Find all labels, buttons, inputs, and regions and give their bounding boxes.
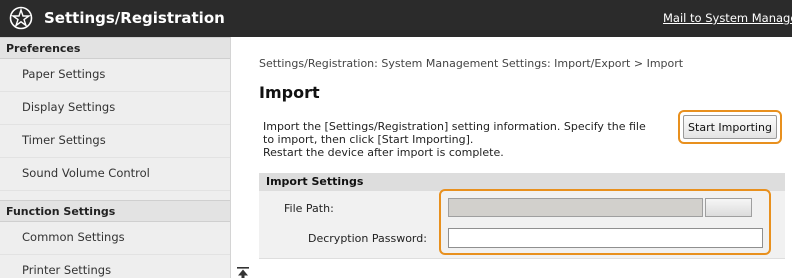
sidebar: Preferences Paper Settings Display Setti…	[0, 37, 231, 278]
description-line: Restart the device after import is compl…	[263, 146, 504, 159]
description-line: to import, then click [Start Importing].	[263, 133, 474, 146]
settings-logo-icon	[9, 6, 33, 30]
file-path-label: File Path:	[284, 202, 334, 215]
page-title: Import	[259, 83, 320, 102]
sidebar-item-common-settings[interactable]: Common Settings	[0, 222, 230, 255]
sidebar-item-timer-settings[interactable]: Timer Settings	[0, 125, 230, 158]
sidebar-item-sound-volume-control[interactable]: Sound Volume Control	[0, 158, 230, 191]
description-line: Import the [Settings/Registration] setti…	[263, 120, 646, 133]
sidebar-section-function-settings: Function Settings	[0, 200, 230, 222]
top-bar: Settings/Registration Mail to System Man…	[0, 0, 792, 37]
sidebar-item-display-settings[interactable]: Display Settings	[0, 92, 230, 125]
browse-button[interactable]	[705, 198, 752, 217]
scroll-to-top-icon[interactable]	[236, 267, 250, 278]
breadcrumb: Settings/Registration: System Management…	[259, 57, 684, 70]
decryption-password-label: Decryption Password:	[308, 232, 427, 245]
file-path-input[interactable]	[448, 198, 703, 217]
sidebar-item-paper-settings[interactable]: Paper Settings	[0, 59, 230, 92]
sidebar-section-preferences: Preferences	[0, 37, 230, 59]
sidebar-item-printer-settings[interactable]: Printer Settings	[0, 255, 230, 278]
start-importing-button[interactable]: Start Importing	[683, 115, 777, 139]
import-description: Import the [Settings/Registration] setti…	[263, 120, 663, 159]
mail-to-system-manager-link[interactable]: Mail to System Manager	[663, 11, 792, 25]
app-title: Settings/Registration	[44, 9, 225, 27]
decryption-password-input[interactable]	[448, 228, 763, 248]
